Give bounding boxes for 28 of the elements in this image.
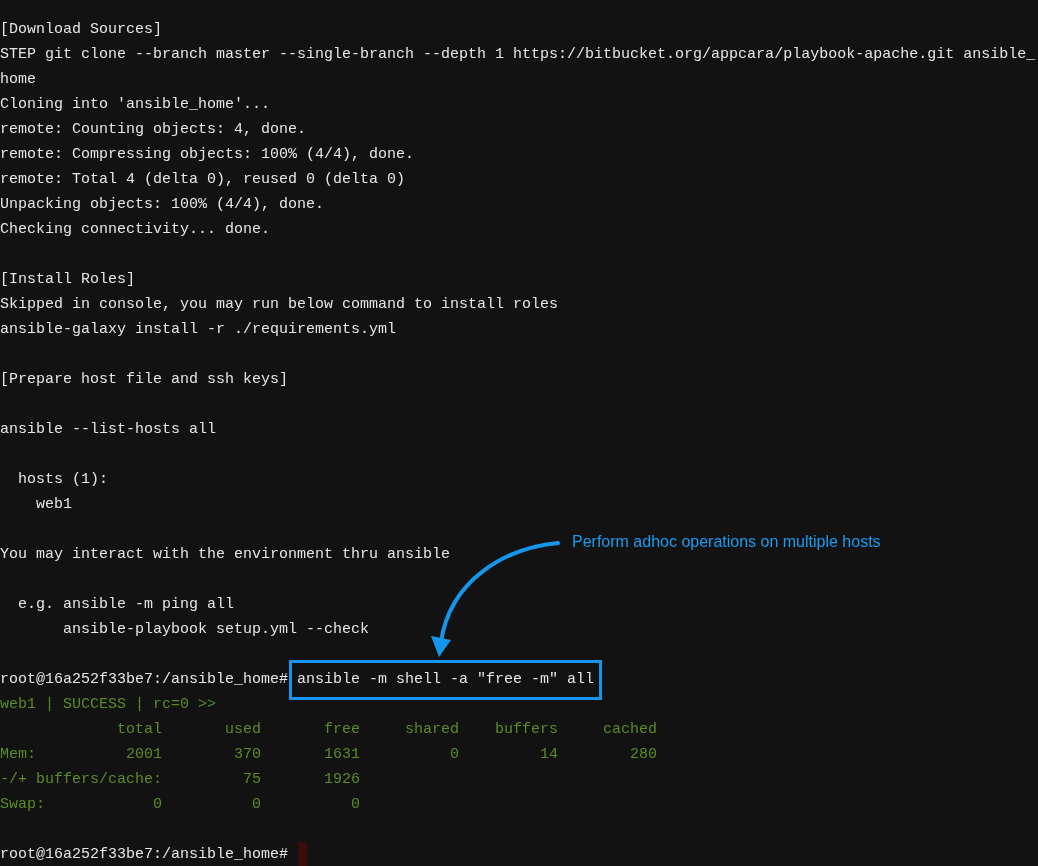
terminal-line: hosts (1): [17, 471, 109, 488]
terminal-line: remote: Total 4 (delta 0), reused 0 (delta 0) [0, 171, 406, 188]
shell-prompt: root@16a252f33be7:/ansible_home# [0, 846, 289, 863]
command-output: Mem: 2001 370 1631 0 14 280 [0, 746, 658, 763]
terminal-line: Cloning into 'ansible_home'... [0, 96, 271, 113]
terminal-line: [Download Sources] [0, 21, 163, 38]
command-output: total used free shared buffers cached [116, 721, 658, 738]
terminal-line: Skipped in console, you may run below command to install roles [0, 296, 559, 313]
terminal-line: remote: Counting objects: 4, done. [0, 121, 307, 138]
terminal-line: remote: Compressing objects: 100% (4/4), done. [0, 146, 415, 163]
command-output: -/+ buffers/cache: 75 1926 [0, 771, 361, 788]
terminal-line: Unpacking objects: 100% (4/4), done. [0, 196, 325, 213]
terminal-line: [Prepare host file and ssh keys] [0, 371, 289, 388]
command-output: web1 | SUCCESS | rc=0 >> [0, 696, 217, 713]
terminal-line: Checking connectivity... done. [0, 221, 271, 238]
terminal-line: home [0, 71, 36, 88]
terminal-line: ansible --list-hosts all [0, 421, 217, 438]
terminal-line: You may interact with the environment thru ansible [0, 546, 451, 563]
highlighted-command: ansible -m shell -a "free -m" all [289, 660, 603, 700]
annotation-text: Perform adhoc operations on multiple hosts [572, 533, 881, 551]
terminal-line: [Install Roles] [0, 271, 136, 288]
terminal-line: web1 [35, 496, 72, 513]
shell-prompt: root@16a252f33be7:/ansible_home# [0, 671, 289, 688]
terminal-line: ansible-playbook setup.yml --check [62, 621, 370, 638]
terminal-line: ansible-galaxy install -r ./requirements.yml [0, 321, 397, 338]
terminal-line: e.g. ansible -m ping all [17, 596, 235, 613]
terminal-line: STEP git clone --branch master --single-branch --depth 1 https://bitbucket.org/appcara/playbook-apache.git ansible_ [0, 46, 1036, 63]
command-output: Swap: 0 0 0 [0, 796, 361, 813]
